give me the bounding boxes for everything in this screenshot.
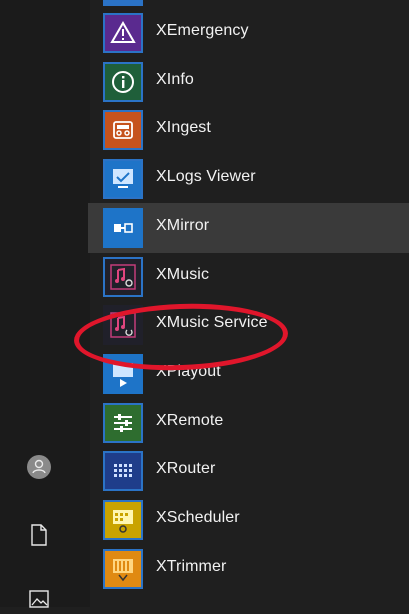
app-label: XInfo — [156, 70, 194, 88]
music-service-icon — [103, 305, 143, 346]
app-label: XMusic — [156, 265, 210, 283]
document-icon[interactable] — [24, 520, 54, 550]
warning-icon — [103, 13, 143, 53]
app-label: XEmergency — [156, 22, 249, 39]
app-list-item[interactable]: XInfo — [88, 59, 409, 105]
cassette-icon — [103, 110, 143, 151]
app-label: XMirror — [156, 216, 210, 234]
app-list-item[interactable]: XIngest — [88, 107, 409, 153]
app-list-item[interactable]: XPlayout — [88, 351, 409, 397]
app-label: XIngest — [156, 119, 211, 137]
app-label: XMusic Service — [156, 314, 268, 332]
scheduler-icon — [103, 500, 143, 540]
pictures-icon[interactable] — [24, 584, 54, 614]
app-label: XPlayout — [156, 362, 221, 380]
app-list: XEmergency XInfo XIngest XLogs Viewer XMirro… — [88, 0, 409, 607]
app-list-item[interactable]: XMusic Service — [88, 302, 409, 348]
app-label: XTrimmer — [156, 557, 227, 575]
app-label: XRemote — [156, 411, 224, 429]
app-list-item[interactable]: XEmergency — [88, 10, 409, 56]
app-label: XRouter — [156, 460, 216, 478]
monitor-check-icon — [103, 159, 143, 200]
sliders-icon — [103, 402, 143, 443]
app-list-item[interactable]: XMusic — [88, 254, 409, 300]
info-icon — [103, 61, 143, 102]
playout-icon — [103, 353, 143, 394]
app-label: XScheduler — [156, 509, 240, 526]
app-list-item[interactable]: XMirror — [88, 202, 409, 253]
router-grid-icon — [103, 451, 143, 492]
mirror-icon — [103, 207, 143, 248]
app-list-item[interactable]: XTrimmer — [88, 546, 409, 592]
start-menu-left-rail — [0, 0, 90, 608]
app-list-item[interactable]: XRemote — [88, 400, 409, 446]
app-list-item[interactable]: XLogs Viewer — [88, 156, 409, 202]
trimmer-icon — [103, 548, 143, 589]
app-list-item[interactable]: XRouter — [88, 448, 409, 494]
music-note-icon — [103, 256, 143, 297]
app-list-item[interactable]: XScheduler — [88, 497, 409, 543]
app-label: XLogs Viewer — [156, 168, 256, 186]
user-avatar-icon[interactable] — [24, 452, 54, 482]
